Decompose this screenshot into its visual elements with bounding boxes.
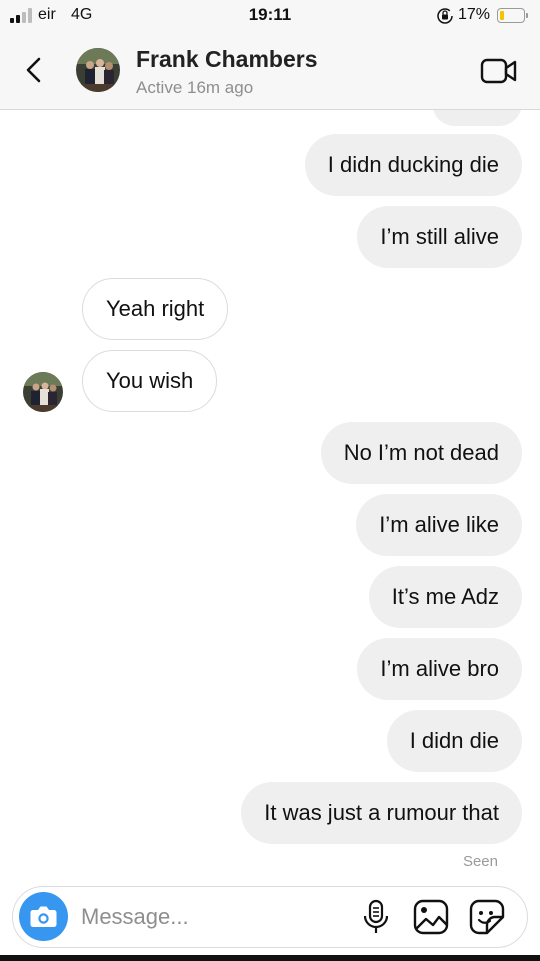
bottom-edge xyxy=(0,955,540,961)
camera-icon xyxy=(30,906,57,927)
contact-name[interactable]: Frank Chambers xyxy=(136,46,318,73)
outgoing-message-bubble[interactable]: I’m alive like xyxy=(356,494,522,556)
video-call-icon[interactable] xyxy=(480,56,518,86)
incoming-message-bubble[interactable]: Yeah right xyxy=(82,278,229,340)
message-row: I’m still alive xyxy=(0,206,540,268)
message-row: No I’m not dead xyxy=(0,422,540,484)
status-bar: eir 4G 19:11 17% xyxy=(0,0,540,32)
outgoing-message-bubble[interactable]: It was just a rumour that xyxy=(241,782,522,844)
message-row: It’s me Adz xyxy=(0,566,540,628)
message-row: I didn ducking die xyxy=(0,134,540,196)
gallery-icon[interactable] xyxy=(413,899,449,935)
message-row: You wish xyxy=(0,350,540,412)
outgoing-message-bubble[interactable]: I’m alive bro xyxy=(357,638,522,700)
camera-button[interactable] xyxy=(19,892,68,941)
battery-level xyxy=(500,11,504,20)
message-composer xyxy=(12,886,528,948)
outgoing-message-bubble[interactable]: I’m still alive xyxy=(357,206,522,268)
battery-icon xyxy=(497,8,528,23)
orientation-lock-icon xyxy=(437,8,453,24)
outgoing-message-bubble[interactable]: I didn ducking die xyxy=(304,134,522,196)
avatar[interactable] xyxy=(23,372,63,412)
message-row: I’m alive like xyxy=(0,494,540,556)
seen-receipt: Seen xyxy=(462,853,498,870)
contact-active-status: Active 16m ago xyxy=(136,78,254,97)
chevron-left-icon[interactable] xyxy=(20,54,48,86)
microphone-icon[interactable] xyxy=(359,899,393,935)
chat-header: Frank Chambers Active 16m ago xyxy=(0,32,540,110)
message-row: It was just a rumour that xyxy=(0,782,540,844)
message-bubble-partial xyxy=(432,110,522,126)
sticker-icon[interactable] xyxy=(469,899,505,935)
outgoing-message-bubble[interactable]: No I’m not dead xyxy=(320,422,522,484)
avatar[interactable] xyxy=(76,48,120,92)
battery-percent: 17% xyxy=(458,6,491,23)
message-row: I’m alive bro xyxy=(0,638,540,700)
message-row: Yeah right xyxy=(0,278,540,340)
message-input[interactable] xyxy=(81,899,351,935)
incoming-message-bubble[interactable]: You wish xyxy=(82,350,218,412)
outgoing-message-bubble[interactable]: I didn die xyxy=(386,710,522,772)
message-list: I didn ducking die I’m still alive Yeah ri… xyxy=(0,134,540,854)
outgoing-message-bubble[interactable]: It’s me Adz xyxy=(368,566,522,628)
message-thread[interactable]: I didn ducking die I’m still alive Yeah ri… xyxy=(0,110,540,876)
message-row: I didn die xyxy=(0,710,540,772)
